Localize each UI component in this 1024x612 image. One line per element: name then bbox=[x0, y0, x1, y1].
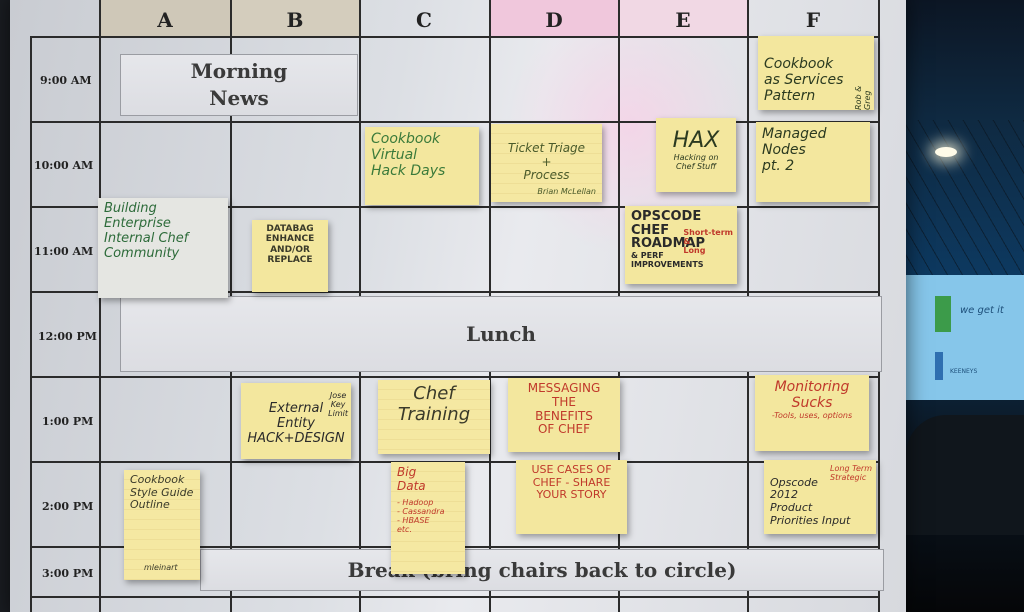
note-side-note: Jose Key Limit bbox=[328, 391, 348, 419]
grid-line bbox=[30, 376, 880, 378]
note-use-cases: USE CASES OF CHEF - SHARE YOUR STORY bbox=[516, 460, 627, 534]
note-text: Ticket Triage + Process bbox=[507, 140, 586, 183]
note-subtitle: Hacking on Chef Stuff bbox=[673, 153, 719, 172]
note-opscode-2012: Opscode 2012 Product Priorities Input Lo… bbox=[764, 460, 876, 534]
column-header-f: F bbox=[805, 8, 821, 32]
note-text: Cookbook Style Guide Outline bbox=[130, 473, 194, 512]
note-side-note: Long Term Strategic bbox=[830, 464, 872, 483]
column-header-b: B bbox=[286, 8, 304, 32]
note-text: Big Data bbox=[397, 465, 426, 493]
note-side-note: Short-term & Long bbox=[683, 228, 733, 256]
time-label-3pm: 3:00 PM bbox=[42, 566, 94, 580]
note-cookbook-services: Cookbook as Services Pattern Rob & Greg bbox=[758, 36, 874, 110]
grid-line bbox=[99, 0, 101, 612]
grid-line bbox=[30, 36, 880, 38]
note-managed-nodes: Managed Nodes pt. 2 bbox=[756, 122, 870, 202]
truck-slogan: we get it bbox=[960, 305, 1004, 316]
note-cookbook-virtual: Cookbook Virtual Hack Days bbox=[365, 127, 479, 205]
note-hax: HAX Hacking on Chef Stuff bbox=[656, 118, 736, 192]
parked-car bbox=[906, 415, 1024, 535]
tree-branches bbox=[906, 120, 1024, 280]
time-label-9am: 9:00 AM bbox=[40, 73, 92, 87]
note-author: Brian McLellan bbox=[537, 186, 596, 196]
note-subtitle: -Tools, uses, options bbox=[771, 411, 853, 421]
note-messaging: MESSAGING THE BENEFITS OF CHEF bbox=[508, 378, 620, 452]
column-header-e: E bbox=[675, 8, 691, 32]
column-header-d: D bbox=[545, 8, 563, 32]
truck-brand: KEENEYS bbox=[950, 368, 978, 375]
delivery-truck bbox=[906, 275, 1024, 400]
note-text: Cookbook as Services Pattern bbox=[764, 56, 844, 105]
note-text: HAX bbox=[672, 128, 720, 153]
morning-news-band: Morning News bbox=[120, 54, 358, 116]
time-label-12pm: 12:00 PM bbox=[38, 329, 97, 343]
time-label-11am: 11:00 AM bbox=[34, 244, 94, 258]
note-opscode-roadmap: OPSCODE CHEF ROADMAP Short-term & Long &… bbox=[625, 206, 737, 284]
note-author: mleinart bbox=[144, 562, 178, 572]
note-databag: DATABAG ENHANCE AND/OR REPLACE bbox=[252, 220, 328, 292]
break-band: Break (bring chairs back to circle) bbox=[200, 549, 884, 591]
note-text: Opscode 2012 Product Priorities Input bbox=[770, 475, 851, 527]
lunch-band: Lunch bbox=[120, 296, 882, 372]
note-chef-training: Chef Training bbox=[378, 380, 490, 454]
street-light bbox=[935, 147, 957, 157]
note-big-data: Big Data - Hadoop - Cassandra - HBASE et… bbox=[391, 462, 465, 574]
note-monitoring: Monitoring Sucks -Tools, uses, options bbox=[755, 375, 869, 451]
time-label-1pm: 1:00 PM bbox=[42, 414, 94, 428]
note-cookbook-style: Cookbook Style Guide Outline mleinart bbox=[124, 470, 200, 580]
photo-scene: we get it KEENEYS A B C D E F 9:00 AM 10… bbox=[0, 0, 1024, 612]
note-external-entity: External Entity HACK+DESIGN Jose Key Lim… bbox=[241, 383, 351, 459]
column-header-a: A bbox=[157, 8, 173, 32]
grid-line bbox=[30, 596, 880, 598]
time-label-2pm: 2:00 PM bbox=[42, 499, 94, 513]
note-author: Rob & Greg bbox=[853, 85, 872, 110]
note-building-community: Building Enterprise Internal Chef Commun… bbox=[98, 198, 228, 298]
note-text: Monitoring Sucks bbox=[774, 379, 850, 412]
time-label-10am: 10:00 AM bbox=[34, 158, 94, 172]
note-ticket-triage: Ticket Triage + Process Brian McLellan bbox=[491, 124, 602, 202]
column-header-c: C bbox=[416, 8, 432, 32]
grid-line bbox=[30, 121, 880, 123]
note-list: - Hadoop - Cassandra - HBASE etc. bbox=[397, 497, 445, 535]
truck-logo-green bbox=[935, 296, 951, 332]
truck-logo-blue bbox=[935, 352, 943, 380]
